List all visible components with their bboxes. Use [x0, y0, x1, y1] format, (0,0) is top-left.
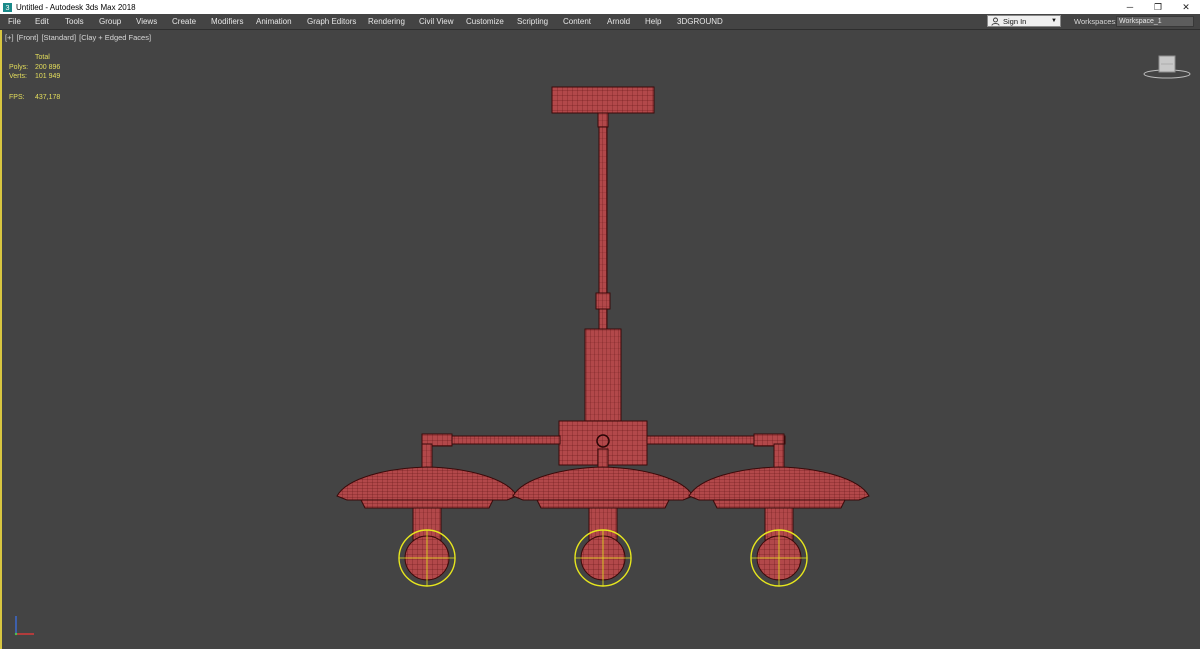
menu-scripting[interactable]: Scripting — [517, 14, 548, 29]
sign-in-label: Sign In — [1003, 16, 1027, 26]
menu-customize[interactable]: Customize — [466, 14, 504, 29]
close-button[interactable]: ✕ — [1172, 0, 1200, 14]
menu-arnold[interactable]: Arnold — [607, 14, 630, 29]
sign-in-dropdown[interactable]: Sign In ▼ — [987, 15, 1061, 27]
svg-text:3: 3 — [6, 3, 10, 12]
menu-rendering[interactable]: Rendering — [368, 14, 405, 29]
menu-tools[interactable]: Tools — [65, 14, 84, 29]
menu-animation[interactable]: Animation — [256, 14, 292, 29]
menu-content[interactable]: Content — [563, 14, 591, 29]
workspaces-label: Workspaces: — [1074, 17, 1118, 26]
menu-views[interactable]: Views — [136, 14, 157, 29]
menu-civil-view[interactable]: Civil View — [419, 14, 454, 29]
chevron-down-icon: ▼ — [1051, 18, 1057, 24]
menu-create[interactable]: Create — [172, 14, 196, 29]
menu-group[interactable]: Group — [99, 14, 121, 29]
front-viewport[interactable]: [+] [Front] [Standard] [Clay + Edged Fac… — [0, 30, 1200, 649]
minimize-button[interactable]: ─ — [1116, 0, 1144, 14]
menu-3dground[interactable]: 3DGROUND — [677, 14, 723, 29]
menu-modifiers[interactable]: Modifiers — [211, 14, 243, 29]
menu-help[interactable]: Help — [645, 14, 661, 29]
chandelier-model[interactable] — [2, 30, 1200, 649]
title-bar: 3 Untitled - Autodesk 3ds Max 2018 ─ ❐ ✕ — [0, 0, 1200, 14]
axis-tripod-icon — [14, 616, 34, 636]
menu-edit[interactable]: Edit — [35, 14, 49, 29]
window-title: Untitled - Autodesk 3ds Max 2018 — [16, 2, 136, 12]
user-icon — [991, 17, 1000, 26]
menu-file[interactable]: File — [8, 14, 21, 29]
restore-button[interactable]: ❐ — [1144, 0, 1172, 14]
workspace-select[interactable]: Workspace_1 — [1116, 16, 1194, 27]
viewcube-icon[interactable] — [1142, 52, 1192, 82]
3ds-max-icon: 3 — [3, 2, 12, 12]
menu-graph-editors[interactable]: Graph Editors — [307, 14, 356, 29]
